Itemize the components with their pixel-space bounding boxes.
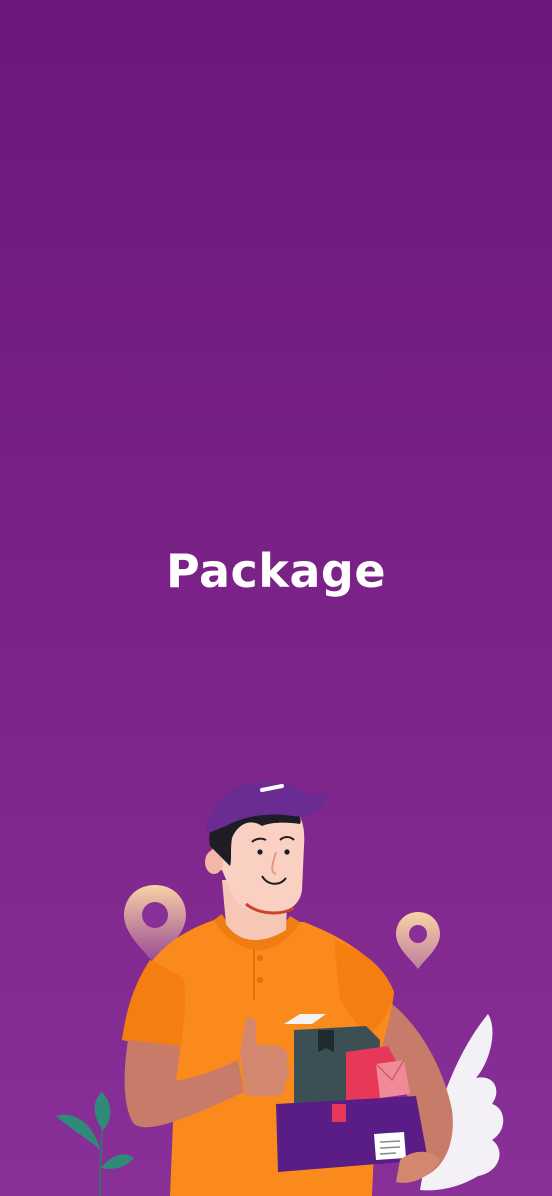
app-title: Package [165, 544, 387, 598]
splash-screen: Package [0, 0, 552, 1196]
plant-decoration-left [56, 1092, 134, 1196]
delivery-illustration [56, 781, 504, 1196]
location-pin-icon-right [396, 912, 440, 969]
